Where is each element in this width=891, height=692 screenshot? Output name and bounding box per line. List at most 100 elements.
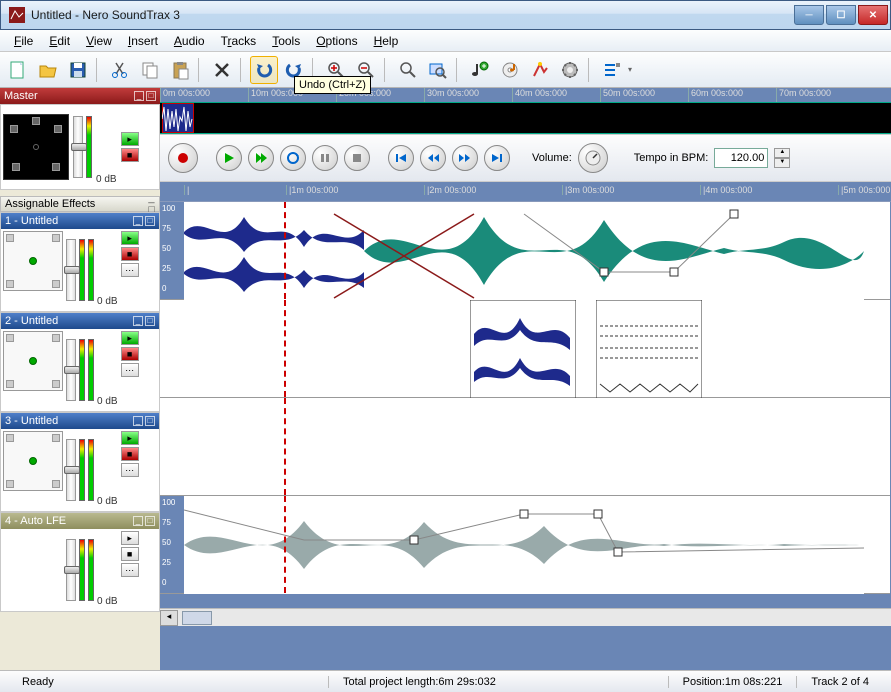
- tracks-area[interactable]: ||1m 00s:000|2m 00s:000|3m 00s:000|4m 00…: [160, 182, 891, 670]
- go-end-button[interactable]: [484, 145, 510, 171]
- track-db: 0 dB: [97, 596, 118, 607]
- close-button[interactable]: ✕: [858, 5, 888, 25]
- cut-button[interactable]: [106, 56, 134, 84]
- toolbar-dropdown-icon[interactable]: ▾: [628, 65, 638, 74]
- track-max-icon[interactable]: □: [145, 316, 155, 326]
- track-fader[interactable]: [66, 439, 76, 501]
- scroll-thumb[interactable]: [182, 611, 212, 625]
- surround-panner[interactable]: [3, 114, 69, 180]
- menu-audio[interactable]: Audio: [166, 32, 213, 50]
- track-mute-icon[interactable]: ■: [121, 547, 139, 561]
- rewind-button[interactable]: [420, 145, 446, 171]
- save-button[interactable]: [64, 56, 92, 84]
- menu-view[interactable]: View: [78, 32, 120, 50]
- track-row-1[interactable]: 1007550250 C:\Users\Public\Mu...\Amanda.…: [160, 202, 890, 300]
- clip-soundbox[interactable]: SoundBox Clip: [596, 300, 702, 397]
- track-db: 0 dB: [97, 496, 118, 507]
- master-play-icon[interactable]: ▸: [121, 132, 139, 146]
- track-fader[interactable]: [66, 239, 76, 301]
- track-panel-1: 1 - Untitled_□0 dB▸■⋯: [0, 212, 160, 312]
- clip-dindin[interactable]: C:\Users\Public\Music\Sample Music\Din D…: [364, 202, 864, 299]
- playhead[interactable]: [284, 202, 286, 299]
- track-play-icon[interactable]: ▸: [121, 231, 139, 245]
- delete-button[interactable]: [208, 56, 236, 84]
- project-overview[interactable]: 0m 00s:00010m 00s:00020m 00s:00030m 00s:…: [160, 88, 891, 134]
- minimize-button[interactable]: ─: [794, 5, 824, 25]
- copy-button[interactable]: [136, 56, 164, 84]
- track-mute-icon[interactable]: ■: [121, 447, 139, 461]
- track-max-icon[interactable]: □: [145, 416, 155, 426]
- scroll-left-icon[interactable]: ◂: [160, 610, 178, 626]
- app-icon: [9, 7, 25, 23]
- track-play-icon[interactable]: ▸: [121, 331, 139, 345]
- track-mute-icon[interactable]: ■: [121, 247, 139, 261]
- track-max-icon[interactable]: □: [145, 216, 155, 226]
- add-audio-button[interactable]: [466, 56, 494, 84]
- track-min-icon[interactable]: _: [133, 416, 143, 426]
- open-button[interactable]: [34, 56, 62, 84]
- forward-button[interactable]: [452, 145, 478, 171]
- track-fader[interactable]: [66, 339, 76, 401]
- track-min-icon[interactable]: _: [133, 516, 143, 526]
- menu-tracks[interactable]: Tracks: [213, 32, 265, 50]
- paste-button[interactable]: [166, 56, 194, 84]
- zoom-selection-button[interactable]: [394, 56, 422, 84]
- track-options-button[interactable]: [598, 56, 626, 84]
- menu-file[interactable]: File: [6, 32, 41, 50]
- menu-insert[interactable]: Insert: [120, 32, 166, 50]
- play-loop-button[interactable]: [248, 145, 274, 171]
- track-mute-icon[interactable]: ■: [121, 347, 139, 361]
- clip-amanda[interactable]: C:\Users\Public\Mu...\Amanda.wma: [184, 202, 364, 299]
- menu-edit[interactable]: Edit: [41, 32, 78, 50]
- effects-button[interactable]: [526, 56, 554, 84]
- master-fader[interactable]: [73, 116, 83, 178]
- settings-button[interactable]: [556, 56, 584, 84]
- track-min-icon[interactable]: _: [133, 316, 143, 326]
- volume-label: Volume:: [532, 152, 572, 164]
- track-min-icon[interactable]: _: [133, 216, 143, 226]
- record-button[interactable]: [168, 143, 198, 173]
- loop-button[interactable]: [280, 145, 306, 171]
- track-play-icon[interactable]: ▸: [121, 431, 139, 445]
- new-button[interactable]: [4, 56, 32, 84]
- master-min-icon[interactable]: _: [134, 91, 144, 101]
- track-row-2[interactable]: ...\I Guess You're Rig SoundBox Clip: [160, 300, 890, 398]
- track-opts-icon[interactable]: ⋯: [121, 463, 139, 477]
- track-fader[interactable]: [66, 539, 76, 601]
- clip-iguess[interactable]: ...\I Guess You're Rig: [470, 300, 576, 397]
- clip-lfe[interactable]: [184, 496, 864, 593]
- stop-button[interactable]: [344, 145, 370, 171]
- tempo-spinner[interactable]: ▲▼: [774, 148, 790, 168]
- menu-options[interactable]: Options: [308, 32, 365, 50]
- pause-button[interactable]: [312, 145, 338, 171]
- fx-title: Assignable Effects _□: [0, 196, 160, 212]
- pan-pad[interactable]: [3, 231, 63, 291]
- master-db: 0 dB: [96, 174, 117, 185]
- maximize-button[interactable]: ☐: [826, 5, 856, 25]
- menu-help[interactable]: Help: [366, 32, 407, 50]
- master-max-icon[interactable]: □: [146, 91, 156, 101]
- master-rec-icon[interactable]: ■: [121, 148, 139, 162]
- track-row-3[interactable]: [160, 398, 890, 496]
- pan-pad[interactable]: [3, 431, 63, 491]
- track-max-icon[interactable]: □: [145, 516, 155, 526]
- fx-min-icon[interactable]: _: [148, 192, 155, 204]
- cd-audio-button[interactable]: [496, 56, 524, 84]
- track-play-icon[interactable]: ▸: [121, 531, 139, 545]
- track-opts-icon[interactable]: ⋯: [121, 363, 139, 377]
- track-title: 4 - Auto LFE_□: [1, 513, 159, 529]
- menu-tools[interactable]: Tools: [264, 32, 308, 50]
- pan-pad[interactable]: [3, 331, 63, 391]
- tempo-input[interactable]: [714, 148, 768, 168]
- track-row-4[interactable]: 1007550250: [160, 496, 890, 594]
- timeline-ruler[interactable]: ||1m 00s:000|2m 00s:000|3m 00s:000|4m 00…: [160, 182, 891, 202]
- zoom-fit-button[interactable]: [424, 56, 452, 84]
- track-opts-icon[interactable]: ⋯: [121, 563, 139, 577]
- track-opts-icon[interactable]: ⋯: [121, 263, 139, 277]
- play-button[interactable]: [216, 145, 242, 171]
- go-start-button[interactable]: [388, 145, 414, 171]
- undo-button[interactable]: [250, 56, 278, 84]
- h-scrollbar[interactable]: ◂: [160, 608, 891, 626]
- volume-knob[interactable]: [578, 143, 608, 173]
- transport-bar: Volume: Tempo in BPM: ▲▼: [160, 134, 891, 182]
